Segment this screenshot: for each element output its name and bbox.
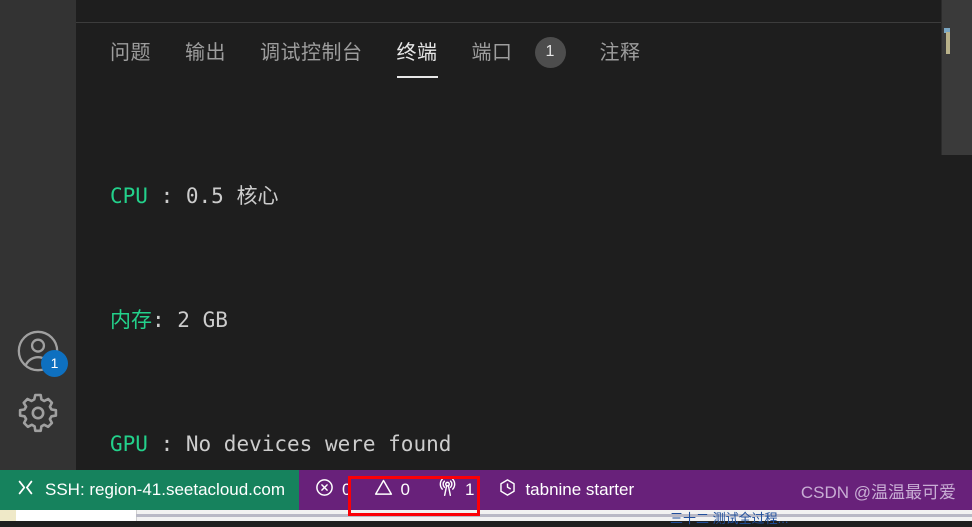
- terminal-gpu-separator: :: [160, 432, 186, 456]
- tab-debug-console-label: 调试控制台: [260, 41, 363, 64]
- activity-bar: 1: [0, 0, 76, 470]
- status-bar-ports-count: 1: [464, 480, 475, 499]
- status-bar-ports[interactable]: 1: [426, 470, 486, 510]
- tab-output-label: 输出: [185, 41, 226, 64]
- status-bar-remote-indicator[interactable]: SSH: region-41.seetacloud.com: [0, 470, 300, 510]
- background-window-bar: [136, 514, 972, 517]
- tab-output[interactable]: 输出: [185, 36, 226, 69]
- vscode-window: 1 问题 输出 调试控制台 终端 端口 1 注释 CPU: 0.5 核心 内存…: [0, 0, 972, 526]
- tab-problems-label: 问题: [110, 41, 151, 64]
- background-window-text: 三十二 测试全过程...: [670, 511, 789, 526]
- terminal-line-cpu: CPU : 0.5 核心: [76, 181, 972, 212]
- tab-ports-badge: 1: [534, 36, 566, 68]
- terminal-gpu-label: GPU: [110, 432, 161, 456]
- terminal-output[interactable]: CPU : 0.5 核心 内存: 2 GB GPU : No devices w…: [76, 88, 972, 470]
- tab-active-underline: [396, 75, 438, 78]
- terminal-line-gpu: GPU : No devices were found: [76, 429, 972, 460]
- status-bar-tabnine-label: tabnine starter: [525, 480, 635, 499]
- csdn-watermark: CSDN @温温最可爱: [800, 482, 956, 502]
- activity-bar-item-settings[interactable]: [0, 382, 76, 444]
- tab-problems[interactable]: 问题: [110, 36, 151, 69]
- terminal-memory-value: 2 GB: [177, 308, 228, 332]
- tabnine-hexagon-icon: [498, 478, 517, 502]
- background-window-strip: 三十二 测试全过程...: [0, 510, 972, 526]
- warning-triangle-icon: [374, 478, 393, 502]
- terminal-memory-separator: :: [152, 308, 178, 332]
- status-bar-remote-label: SSH: region-41.seetacloud.com: [45, 480, 286, 499]
- status-bar: SSH: region-41.seetacloud.com 0 0 1 tabn…: [0, 470, 972, 510]
- tab-ports-group: 端口 1: [438, 36, 566, 69]
- status-bar-errors-count: 0: [342, 480, 352, 499]
- remote-explorer-icon: [16, 478, 35, 502]
- tab-comments-label: 注释: [599, 41, 641, 64]
- status-bar-warnings-count: 0: [400, 480, 410, 499]
- tab-debug-console[interactable]: 调试控制台: [260, 36, 363, 69]
- tab-ports[interactable]: 端口: [472, 36, 513, 69]
- account-badge-count: 1: [41, 350, 68, 377]
- status-bar-problems[interactable]: 0 0: [299, 470, 426, 510]
- status-bar-tabnine[interactable]: tabnine starter: [486, 470, 646, 510]
- terminal-memory-label: 内存: [110, 308, 152, 332]
- background-window-left-chip: [0, 510, 16, 521]
- tab-terminal[interactable]: 终端: [396, 36, 438, 78]
- panel-tab-bar: 问题 输出 调试控制台 终端 端口 1 注释: [76, 23, 972, 81]
- activity-bar-bottom-items: 1: [0, 320, 76, 444]
- terminal-cpu-label: CPU: [110, 184, 161, 208]
- activity-bar-item-account[interactable]: 1: [0, 320, 76, 382]
- panel-top-strip: [76, 0, 972, 23]
- radio-tower-icon: [438, 478, 457, 502]
- terminal-gpu-value: No devices were found: [185, 432, 452, 456]
- terminal-cpu-value: 0.5 核心: [185, 184, 279, 208]
- bottom-panel: 问题 输出 调试控制台 终端 端口 1 注释 CPU: 0.5 核心 内存: …: [76, 0, 972, 470]
- terminal-cpu-separator: :: [160, 184, 186, 208]
- tab-ports-label: 端口: [471, 41, 513, 64]
- terminal-line-memory: 内存: 2 GB: [76, 305, 972, 336]
- background-window-tab: [16, 510, 137, 521]
- tab-terminal-label: 终端: [396, 41, 438, 64]
- gear-icon: [15, 390, 61, 436]
- error-circle-icon: [315, 478, 334, 502]
- tab-comments[interactable]: 注释: [600, 36, 641, 69]
